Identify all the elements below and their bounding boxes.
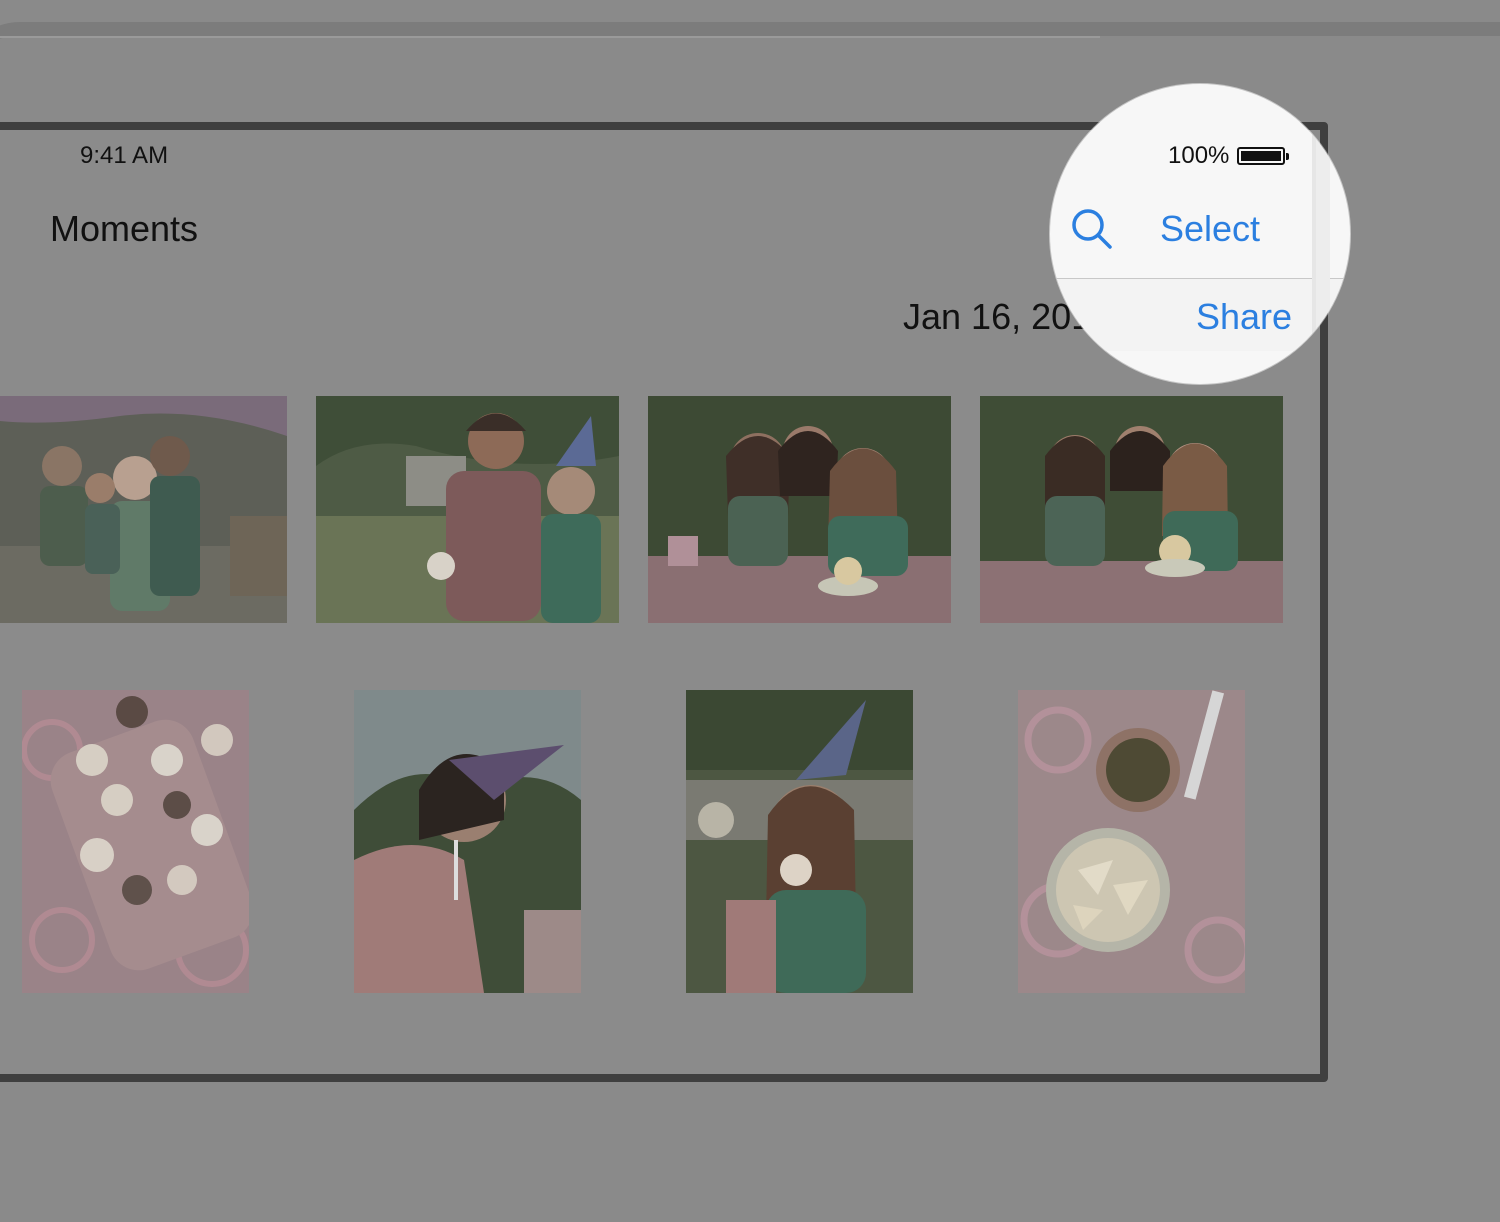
search-icon <box>1072 209 1112 249</box>
photo-family-cupcake-table <box>648 396 951 623</box>
photo-thumbnail[interactable] <box>22 690 249 993</box>
photo-thumbnail[interactable] <box>980 396 1283 623</box>
battery-fill <box>1241 151 1282 161</box>
select-button[interactable]: Select <box>1160 208 1260 250</box>
photo-cupcakes-tray <box>22 690 249 993</box>
status-battery-group: 100% <box>1168 142 1290 170</box>
photo-party-kids-umbrella <box>0 396 287 623</box>
photo-thumbnail[interactable] <box>1018 690 1245 993</box>
battery-percentage: 100% <box>1168 142 1230 169</box>
photo-boy-and-girl-party-hats <box>316 396 619 623</box>
page-title: Moments <box>50 208 199 249</box>
status-time: 9:41 AM <box>80 142 169 169</box>
share-button[interactable]: Share <box>1196 296 1292 338</box>
photo-girl-eating-cupcake <box>686 690 913 993</box>
battery-icon <box>1237 147 1290 165</box>
photo-dip-and-chips <box>1018 690 1245 993</box>
photo-thumbnail[interactable] <box>686 690 913 993</box>
photo-girl-party-hat-drinking <box>354 690 581 993</box>
search-button[interactable] <box>1068 205 1116 253</box>
photo-thumbnail[interactable] <box>0 396 287 623</box>
bezel-highlight <box>0 36 1100 38</box>
nav-bar-divider <box>1050 278 1350 279</box>
screen-edge <box>1316 84 1330 384</box>
photo-thumbnail[interactable] <box>316 396 619 623</box>
photo-thumbnail[interactable] <box>648 396 951 623</box>
photo-thumbnail[interactable] <box>354 690 581 993</box>
photo-family-smiling-table <box>980 396 1283 623</box>
